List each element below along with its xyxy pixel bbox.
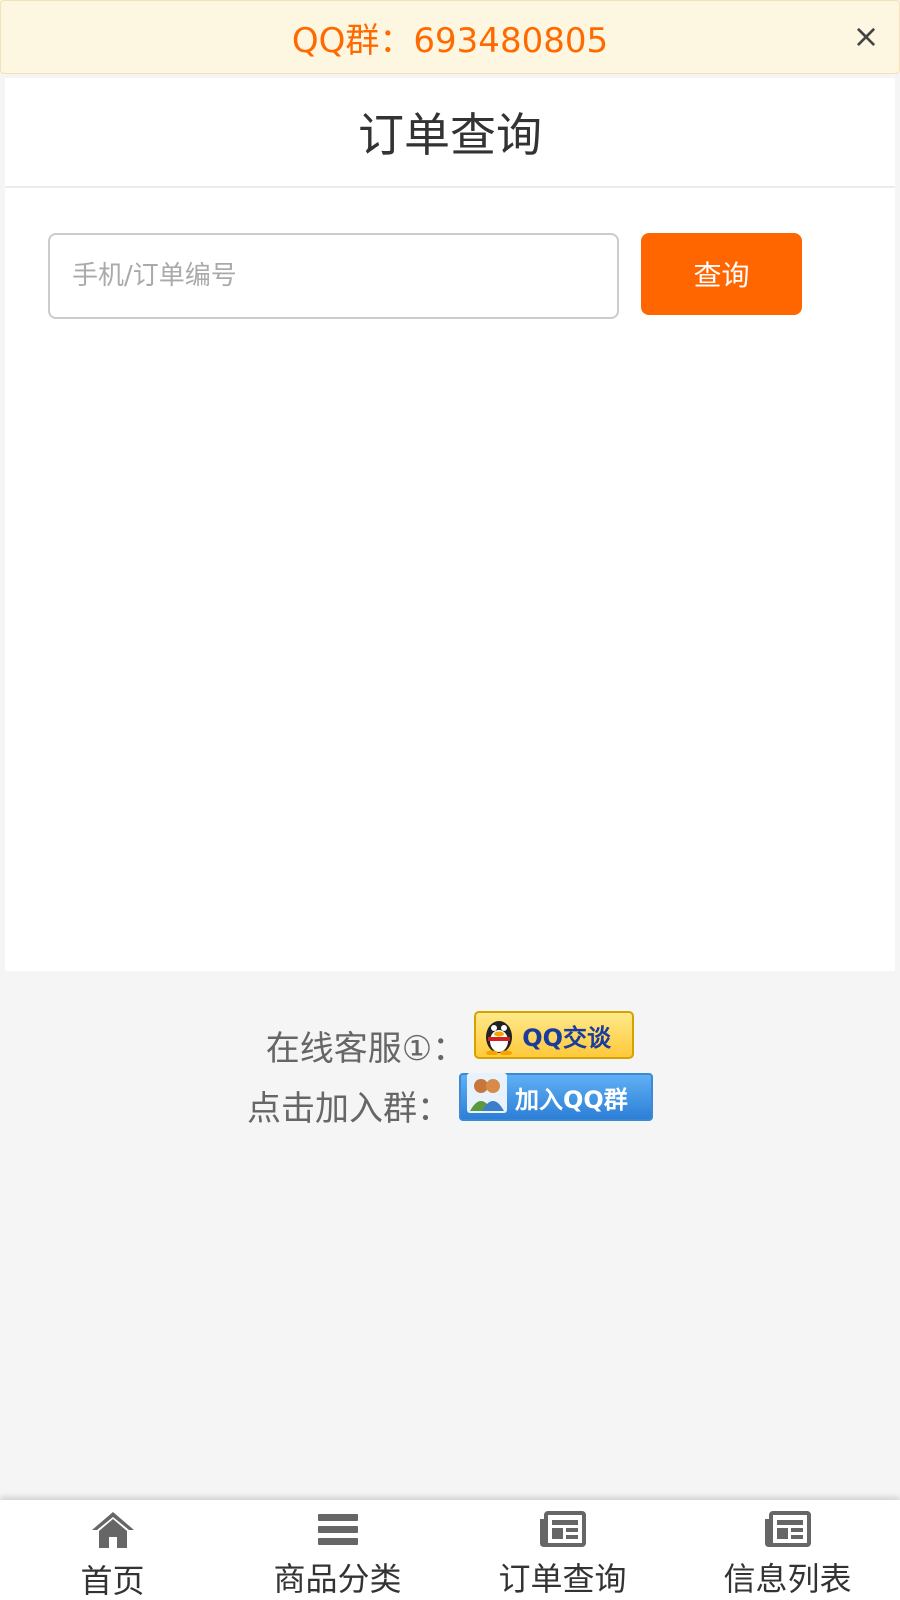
tab-categories[interactable]: 商品分类 <box>225 1500 450 1600</box>
menu-icon <box>314 1510 362 1548</box>
order-search-input[interactable] <box>48 233 619 319</box>
bottom-tab-bar: 首页 商品分类 订单查询 信息列表 <box>0 1500 900 1600</box>
tab-label: 订单查询 <box>498 1560 627 1598</box>
news-icon <box>539 1510 587 1548</box>
tab-label: 信息列表 <box>723 1560 852 1598</box>
join-group-text: 加入QQ群 <box>515 1085 628 1114</box>
announcement-bar: QQ群：693480805 × <box>0 0 900 74</box>
announcement-text: QQ群：693480805 <box>291 20 609 61</box>
tab-label: 商品分类 <box>273 1560 402 1598</box>
order-query-panel: 订单查询 查询 <box>5 78 895 971</box>
join-qq-group-button[interactable]: 加入QQ群 <box>459 1072 653 1122</box>
home-icon <box>89 1510 137 1550</box>
qq-talk-button[interactable]: QQ交谈 <box>474 1011 635 1059</box>
tab-label: 首页 <box>80 1562 145 1600</box>
qq-talk-text: QQ交谈 <box>522 1023 612 1052</box>
service-label: 在线客服①： <box>265 1028 467 1069</box>
tab-info-list[interactable]: 信息列表 <box>675 1500 900 1600</box>
page-title: 订单查询 <box>358 108 542 162</box>
tab-home[interactable]: 首页 <box>0 1500 225 1600</box>
panel-header: 订单查询 <box>5 78 895 188</box>
contact-section: 在线客服①： QQ交谈 点击加入群： 加入QQ群 <box>0 1011 900 1135</box>
group-row: 点击加入群： 加入QQ群 <box>0 1072 900 1135</box>
tab-order-query[interactable]: 订单查询 <box>450 1500 675 1600</box>
close-icon[interactable]: × <box>849 19 883 53</box>
news-icon <box>764 1510 812 1548</box>
service-row: 在线客服①： QQ交谈 <box>0 1011 900 1075</box>
query-button[interactable]: 查询 <box>641 233 802 315</box>
group-label: 点击加入群： <box>247 1088 451 1129</box>
qq-penguin-icon <box>482 1015 516 1056</box>
group-users-icon <box>467 1072 507 1122</box>
